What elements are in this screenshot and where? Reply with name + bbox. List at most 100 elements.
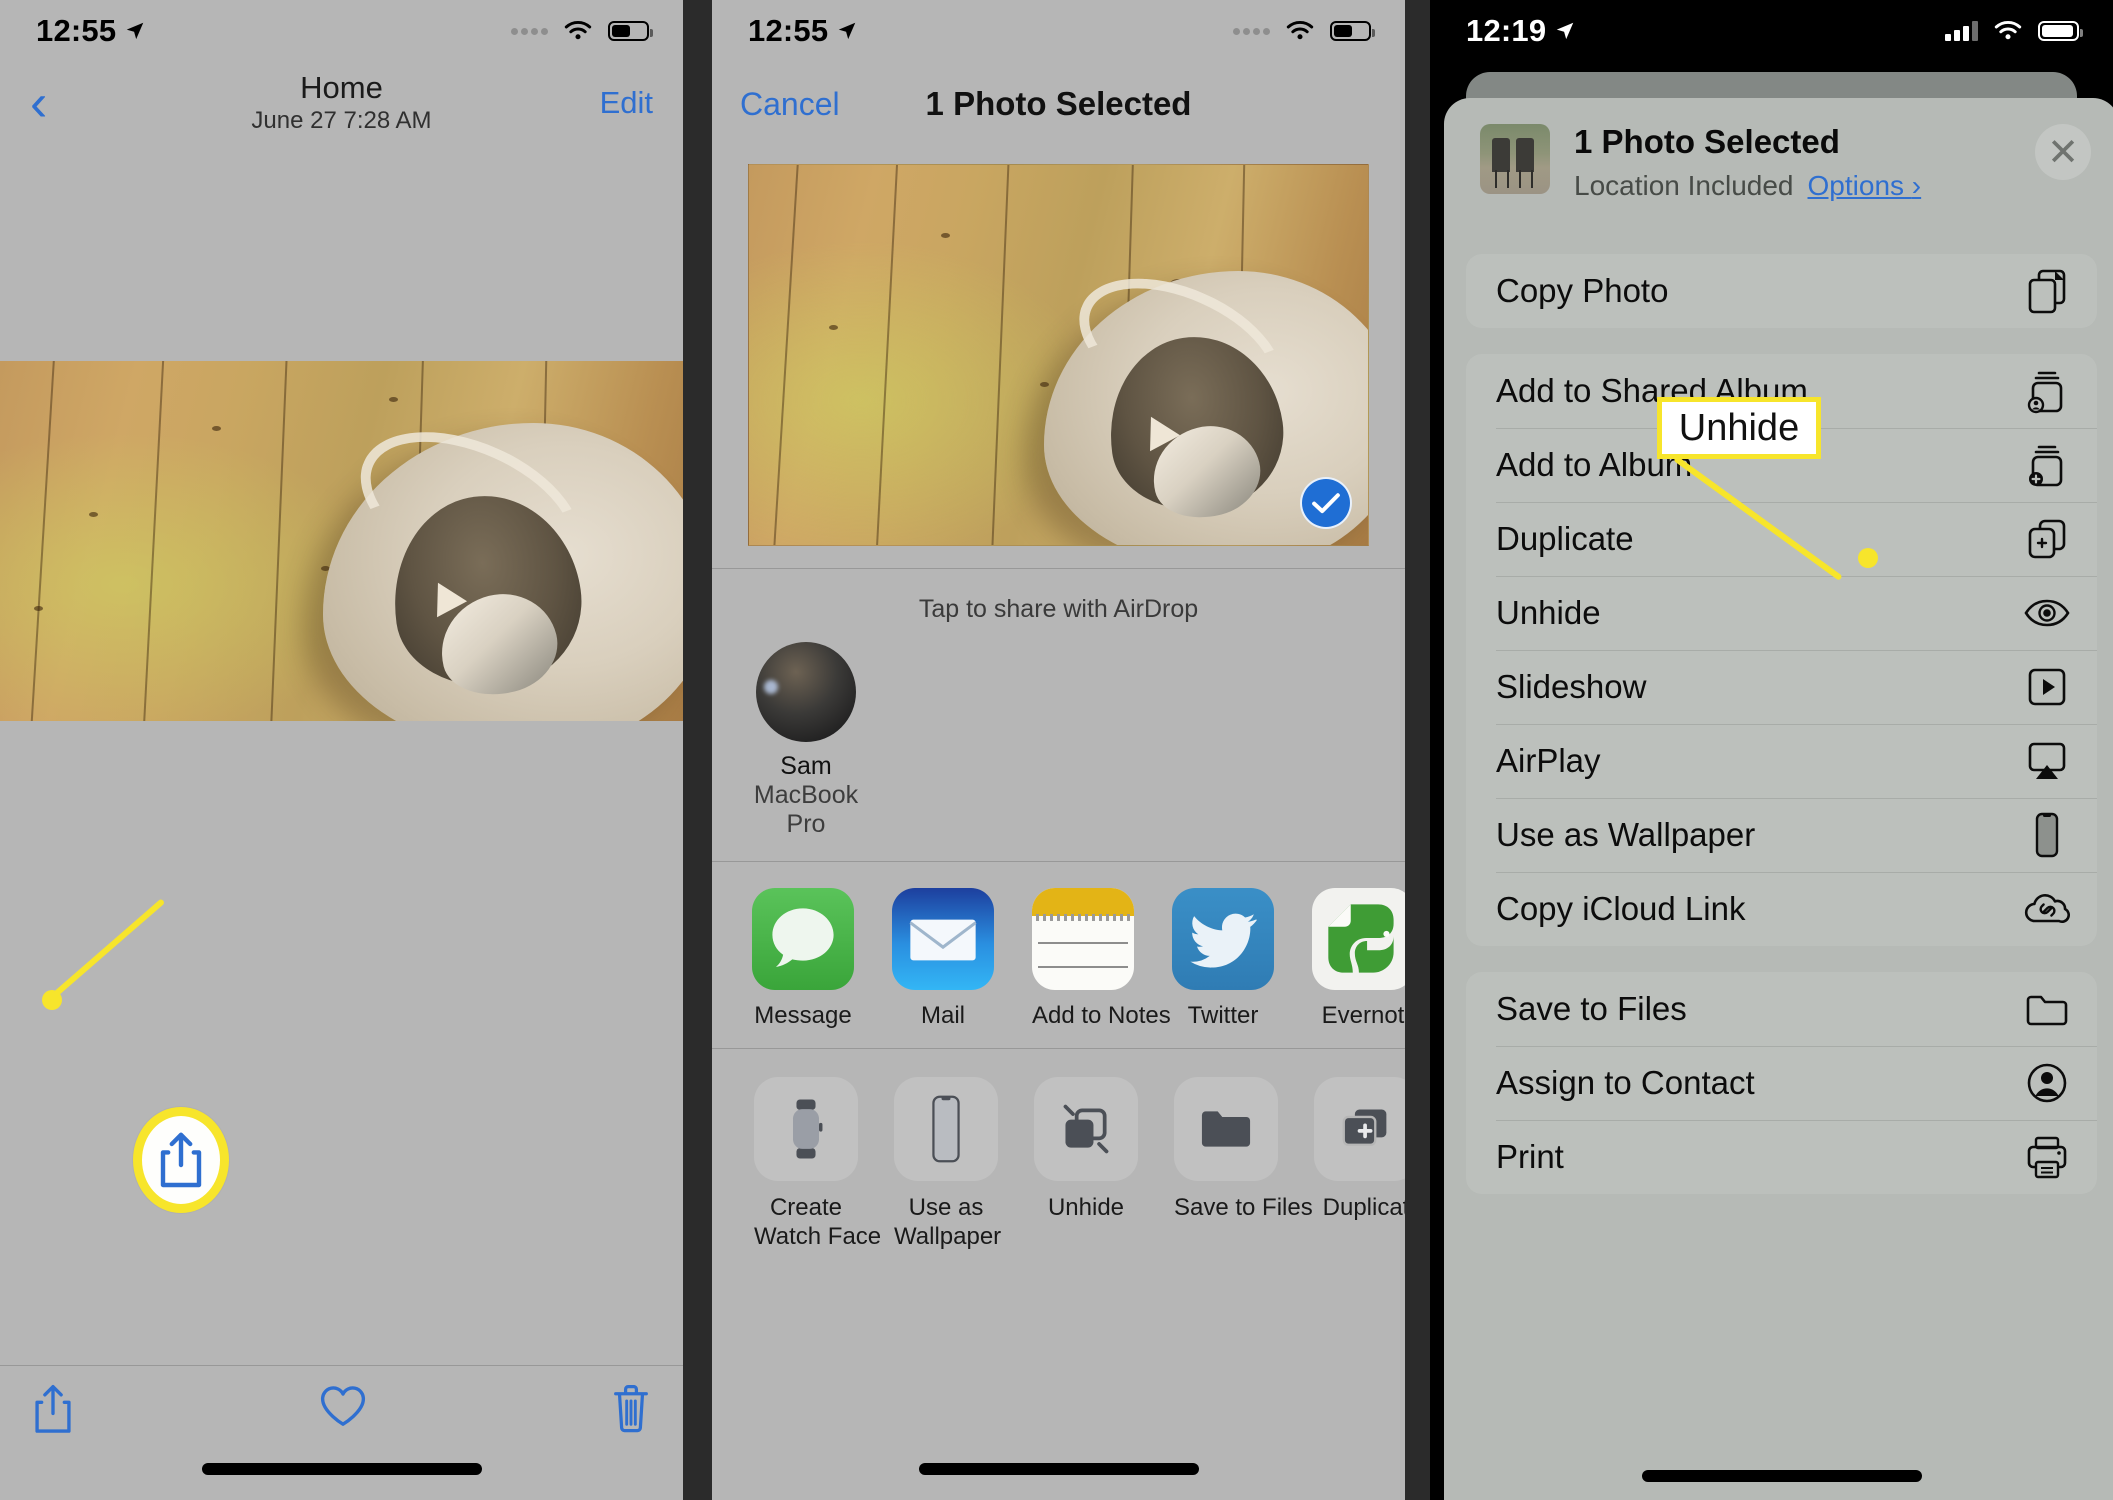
share-sheet-header: 1 Photo Selected Location Included Optio… (1444, 98, 2113, 202)
panel-share-sheet-modern: 12:19 1 Photo Selected Location Included… (1430, 0, 2113, 1500)
share-app-evernote[interactable]: Evernot (1312, 888, 1405, 1030)
share-action-create-watch-face[interactable]: Create Watch Face (754, 1077, 881, 1252)
selected-checkmark-badge[interactable] (1300, 477, 1352, 529)
wifi-icon (1994, 20, 2022, 40)
edit-button[interactable]: Edit (600, 85, 653, 121)
location-arrow-icon (1557, 22, 1574, 40)
row-label: Print (1496, 1138, 1564, 1176)
action-label-line1: Use as (908, 1194, 984, 1221)
battery-icon (1330, 21, 1375, 41)
row-label: AirPlay (1496, 742, 1601, 780)
watch-glyph (793, 1099, 823, 1159)
share-icon (160, 1132, 202, 1188)
action-label-line2: Watch Face (754, 1223, 882, 1251)
share-action-duplicate[interactable]: Duplicat (1314, 1077, 1405, 1252)
status-time: 12:55 (748, 13, 829, 48)
heart-icon[interactable] (318, 1382, 368, 1430)
close-button[interactable]: ✕ (2035, 124, 2091, 180)
options-link[interactable]: Options › (1808, 170, 1922, 202)
row-copy-photo[interactable]: Copy Photo (1466, 254, 2097, 328)
row-label: Duplicate (1496, 520, 1634, 558)
share-preview-image[interactable] (748, 164, 1369, 546)
row-label: Copy Photo (1496, 272, 1669, 310)
avatar (756, 642, 856, 742)
unhide-callout-box: Unhide (1657, 397, 1821, 459)
photo-thumbnail[interactable] (1480, 124, 1550, 194)
share-preview-wrap (712, 146, 1405, 546)
share-action-unhide[interactable]: Unhide (1034, 1077, 1138, 1252)
app-label: Add to Notes (1032, 1002, 1171, 1029)
row-slideshow[interactable]: Slideshow (1466, 650, 2097, 724)
wifi-icon (1286, 20, 1314, 40)
row-airplay[interactable]: AirPlay (1466, 724, 2097, 798)
panel-photo-viewer: 12:55 ‹ Home June 27 7:28 AM Edit (0, 0, 683, 1500)
share-app-message[interactable]: Message (752, 888, 854, 1030)
unhide-callout-anchor-dot (1858, 548, 1878, 568)
action-label: Create Watch Face (754, 1193, 881, 1252)
status-time: 12:55 (36, 13, 117, 48)
eye-icon (2023, 589, 2071, 637)
share-app-notes[interactable]: Add to Notes (1032, 888, 1171, 1030)
iphone-icon (2023, 811, 2071, 859)
share-apps-row: Message Mail Add to Notes Twitter Everno… (712, 862, 1405, 1048)
airdrop-hint-text: Tap to share with AirDrop (918, 595, 1199, 623)
share-app-mail[interactable]: Mail (892, 888, 994, 1030)
panel-share-sheet-legacy: 12:55 Cancel 1 Photo Selected Tap to sha… (712, 0, 1405, 1500)
photo-viewer-image[interactable] (0, 361, 683, 721)
row-assign-to-contact[interactable]: Assign to Contact (1466, 1046, 2097, 1120)
folder-glyph (1201, 1111, 1251, 1147)
row-save-to-files[interactable]: Save to Files (1466, 972, 2097, 1046)
share-actions-row: Create Watch Face Use as Wallpaper Unhid… (712, 1049, 1405, 1252)
trash-icon[interactable] (609, 1382, 653, 1436)
airdrop-contact[interactable]: Sam MacBook Pro (712, 634, 1405, 861)
row-use-as-wallpaper[interactable]: Use as Wallpaper (1466, 798, 2097, 872)
airplay-icon (2023, 737, 2071, 785)
contact-icon (2023, 1059, 2071, 1107)
apple-watch-icon (754, 1077, 858, 1181)
app-label: Mail (920, 1002, 965, 1029)
action-group-3: Save to Files Assign to Contact Print (1466, 972, 2097, 1195)
checkmark-icon (1312, 493, 1340, 514)
speech-bubble-glyph (772, 908, 834, 968)
twitter-app-icon (1172, 888, 1274, 990)
duplicate-icon (1314, 1077, 1405, 1181)
action-label: Use as Wallpaper (894, 1193, 1002, 1252)
share-icon[interactable] (30, 1382, 76, 1436)
evernote-elephant-glyph (1328, 904, 1394, 973)
left-navbar: ‹ Home June 27 7:28 AM Edit (0, 62, 683, 144)
battery-icon (2038, 21, 2083, 41)
cancel-button[interactable]: Cancel (740, 86, 840, 123)
icloud-link-icon (2023, 885, 2071, 933)
callout-leader-line (48, 898, 166, 1002)
three-panel-screenshot: 12:55 ‹ Home June 27 7:28 AM Edit 12:55 … (0, 0, 2113, 1500)
status-bar-middle: 12:55 (712, 0, 1405, 62)
chevron-left-icon[interactable]: ‹ (30, 77, 47, 129)
status-time-group: 12:55 (36, 13, 146, 49)
folder-icon (1174, 1077, 1278, 1181)
wifi-icon (564, 20, 592, 40)
share-sheet-title: 1 Photo Selected (1574, 123, 1840, 160)
duplicate-icon (2023, 515, 2071, 563)
page-title: Home (300, 69, 383, 105)
share-sheet-header-text: 1 Photo Selected Location Included Optio… (1574, 123, 1921, 202)
location-included-label: Location Included (1574, 170, 1794, 202)
row-unhide[interactable]: Unhide (1466, 576, 2097, 650)
battery-icon (608, 21, 653, 41)
twitter-bird-glyph (1190, 913, 1258, 968)
share-action-save-to-files[interactable]: Save to Files (1174, 1077, 1313, 1252)
share-sheet-subtitle-row: Location Included Options › (1574, 170, 1921, 202)
row-print[interactable]: Print (1466, 1120, 2097, 1194)
location-arrow-icon (127, 22, 144, 40)
status-indicators-left (511, 19, 653, 43)
home-indicator (201, 1463, 482, 1475)
location-arrow-icon (839, 22, 856, 40)
share-app-twitter[interactable]: Twitter (1172, 888, 1274, 1030)
action-label-line2: Wallpaper (894, 1223, 1002, 1251)
row-copy-icloud-link[interactable]: Copy iCloud Link (1466, 872, 2097, 946)
share-button-callout (133, 1107, 229, 1213)
duplicate-glyph (1342, 1109, 1387, 1146)
play-icon (2023, 663, 2071, 711)
unhide-glyph (1063, 1104, 1109, 1154)
share-action-use-as-wallpaper[interactable]: Use as Wallpaper (894, 1077, 1002, 1252)
unhide-callout-label: Unhide (1678, 406, 1800, 449)
